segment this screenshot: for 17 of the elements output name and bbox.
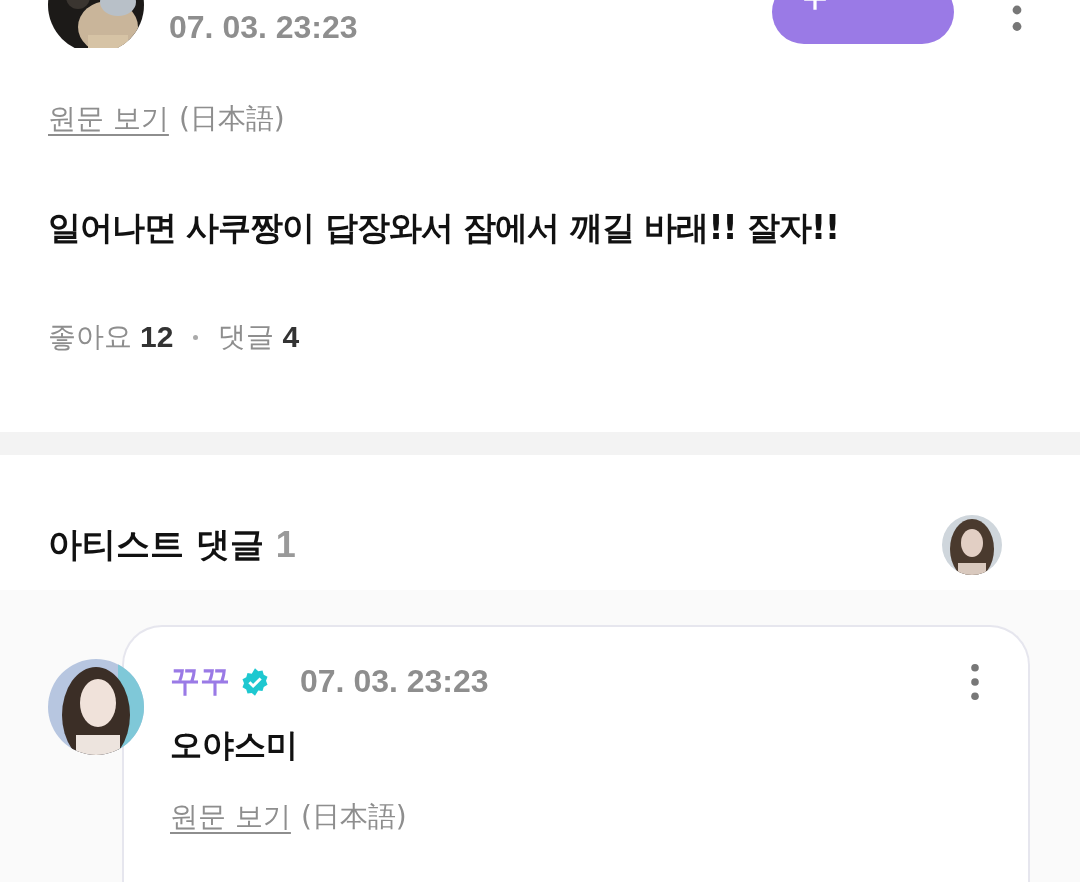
language-label: (日本語) xyxy=(300,799,407,835)
likes-label: 좋아요 xyxy=(48,319,132,355)
separator-dot xyxy=(193,334,199,340)
view-original-link[interactable]: 원문 보기 xyxy=(48,100,169,138)
author-name: 꾸꾸 xyxy=(170,662,230,700)
language-label: (日本語) xyxy=(178,101,285,137)
more-icon[interactable] xyxy=(970,662,980,701)
comment-count: 1 xyxy=(275,524,296,566)
comments-count: 4 xyxy=(282,320,300,354)
comments-label: 댓글 xyxy=(218,319,275,355)
post-timestamp: 07. 03. 23:23 xyxy=(169,8,358,46)
view-original-link[interactable]: 원문 보기 xyxy=(170,798,291,836)
section-title: 아티스트 댓글 xyxy=(48,523,264,566)
comment-timestamp: 07. 03. 23:23 xyxy=(300,663,489,700)
likes-count: 12 xyxy=(140,320,174,354)
post-text: 일어나면 사쿠짱이 답장와서 잠에서 깨길 바래!! 잘자!! xyxy=(48,207,841,249)
comment-text: 오야스미 xyxy=(170,725,299,766)
